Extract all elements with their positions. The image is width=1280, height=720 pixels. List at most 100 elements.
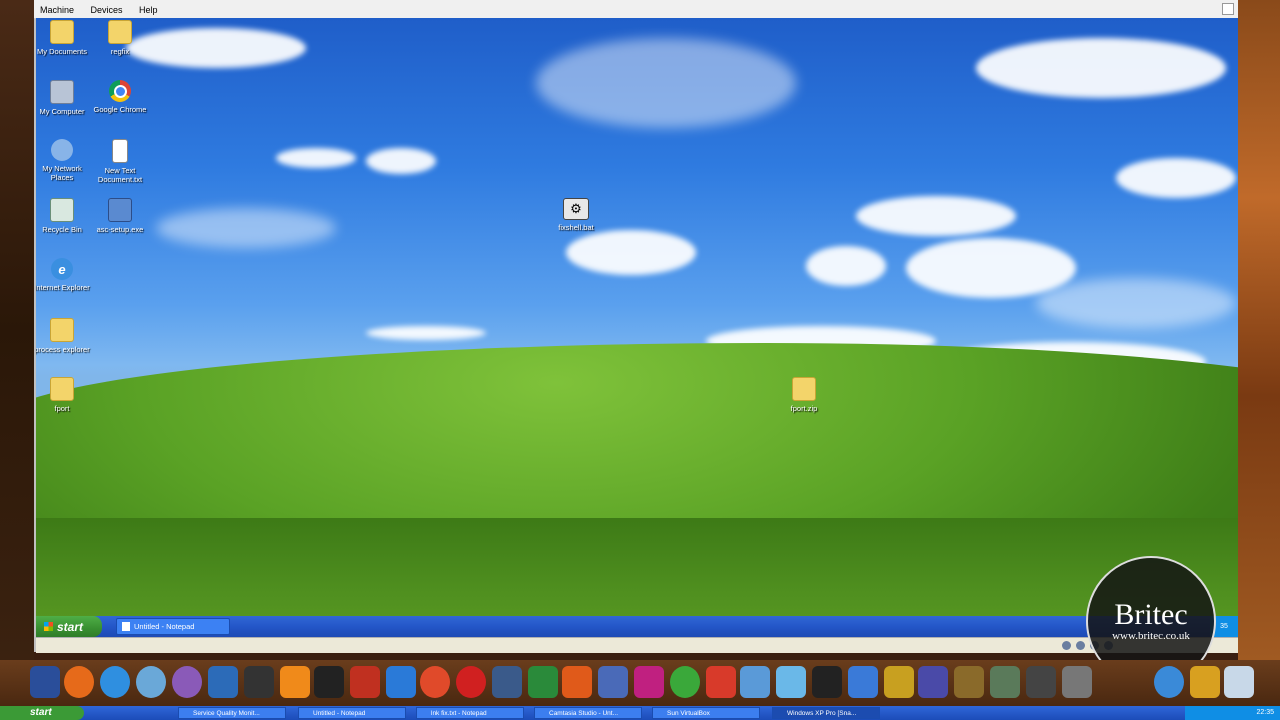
computer-icon: [50, 80, 74, 104]
desktop-icon-my-network-places[interactable]: My Network Places: [36, 139, 90, 182]
batch-file-icon: ⚙: [563, 198, 589, 220]
green-sphere-icon[interactable]: [670, 666, 700, 698]
cloud: [1036, 278, 1236, 328]
text-document-icon: [112, 139, 128, 163]
window-control-icon[interactable]: [1222, 3, 1234, 15]
desktop-icon-process-explorer[interactable]: process explorer: [36, 318, 90, 354]
cloud: [276, 148, 356, 168]
host-start-button[interactable]: start: [0, 706, 84, 720]
zip-folder-icon: [792, 377, 816, 401]
guest-taskbar: start Untitled - Notepad 35: [36, 616, 1238, 637]
headphones-icon[interactable]: [244, 666, 274, 698]
folder-icon: [108, 20, 132, 44]
desktop-icon-fport-zip[interactable]: fport.zip: [776, 377, 832, 413]
terminal-icon[interactable]: [492, 666, 522, 698]
block-icon[interactable]: [456, 666, 486, 698]
desktop-icon-recycle-bin[interactable]: Recycle Bin: [36, 198, 90, 234]
fan-icon[interactable]: [314, 666, 344, 698]
cloud: [856, 196, 1016, 236]
desktop-icon-asc-setup[interactable]: asc-setup.exe: [92, 198, 148, 234]
setup-icon: [108, 198, 132, 222]
desktop-icon-internet-explorer[interactable]: e Internet Explorer: [36, 258, 90, 292]
cloud: [806, 246, 886, 286]
firefox-icon[interactable]: [64, 666, 94, 698]
host-task-windows-xp[interactable]: Windows XP Pro [Sna...: [772, 707, 880, 719]
vlc-icon[interactable]: [280, 666, 310, 698]
cloud: [1116, 158, 1236, 198]
device-icon[interactable]: [884, 666, 914, 698]
host-clock: 22:35: [1256, 709, 1274, 716]
desktop-icon-new-text-document[interactable]: New Text Document.txt: [92, 139, 148, 184]
grid-app-icon[interactable]: [634, 666, 664, 698]
host-task-service-quality[interactable]: Service Quality Monit...: [178, 707, 286, 719]
host-taskbar: start Service Quality Monit... Untitled …: [0, 706, 1280, 720]
start-button[interactable]: start: [36, 616, 102, 637]
internet-explorer-icon: e: [51, 258, 73, 280]
desktop-icon-my-documents[interactable]: My Documents: [36, 20, 90, 56]
host-dock: [0, 660, 1280, 706]
network-places-icon: [51, 139, 73, 161]
7zip-icon[interactable]: [812, 666, 842, 698]
globe-icon[interactable]: [136, 666, 166, 698]
scissors-icon[interactable]: [1062, 666, 1092, 698]
chrome-icon: [109, 80, 131, 102]
cloud: [156, 208, 336, 248]
host-task-camtasia[interactable]: Camtasia Studio - Unt...: [534, 707, 642, 719]
desktop-icon-fixshell-bat[interactable]: ⚙ fixshell.bat: [548, 198, 604, 232]
cloud: [976, 38, 1226, 98]
desktop-icon-my-computer[interactable]: My Computer: [36, 80, 90, 116]
globe-icon[interactable]: [1154, 666, 1184, 698]
hard-disk-icon[interactable]: [1062, 641, 1071, 650]
messenger-icon[interactable]: [386, 666, 416, 698]
internet-explorer-icon[interactable]: [100, 666, 130, 698]
music-icon[interactable]: [918, 666, 948, 698]
cloud: [366, 148, 436, 174]
menu-machine[interactable]: Machine: [34, 2, 80, 15]
desktop-icon-regfix[interactable]: regfix: [92, 20, 148, 56]
cloud: [366, 326, 486, 340]
windows-logo-icon: [44, 622, 53, 631]
watermark-title: Britec: [1114, 598, 1188, 631]
network-icon[interactable]: [776, 666, 806, 698]
desktop-icon-fport[interactable]: fport: [36, 377, 90, 413]
virtualbox-statusbar: [36, 637, 1238, 653]
shield-icon[interactable]: [848, 666, 878, 698]
dock-app-icon[interactable]: [30, 666, 60, 698]
desktop-icon-google-chrome[interactable]: Google Chrome: [92, 80, 148, 114]
settings-icon[interactable]: [598, 666, 628, 698]
cloud: [566, 230, 696, 275]
notepad-icon: [122, 622, 130, 631]
host-task-lnk-fix-notepad[interactable]: lnk fix.txt - Notepad: [416, 707, 524, 719]
mcafee-icon[interactable]: [350, 666, 380, 698]
menu-devices[interactable]: Devices: [84, 2, 128, 15]
folder-icon: [50, 377, 74, 401]
repair-icon[interactable]: [706, 666, 736, 698]
cube-icon[interactable]: [740, 666, 770, 698]
tools-icon[interactable]: [528, 666, 558, 698]
cloud: [536, 38, 796, 128]
monitor-icon[interactable]: [1026, 666, 1056, 698]
taskbar-button-notepad[interactable]: Untitled - Notepad: [116, 618, 230, 635]
recycle-bin-icon[interactable]: [1224, 666, 1254, 698]
virtualbox-menubar: Machine Devices Help: [34, 0, 1238, 19]
host-task-untitled-notepad[interactable]: Untitled - Notepad: [298, 707, 406, 719]
utility-icon[interactable]: [1190, 666, 1220, 698]
photoshop-icon[interactable]: [208, 666, 238, 698]
folder-icon: [50, 318, 74, 342]
host-system-tray: 22:35: [1185, 706, 1280, 720]
guest-desktop[interactable]: My Documents regfix My Computer Google C…: [36, 18, 1238, 616]
host-desktop-left: [0, 0, 34, 660]
guest-clock: 35: [1220, 623, 1228, 630]
cd-drive-icon[interactable]: [1076, 641, 1085, 650]
ccleaner-icon[interactable]: [562, 666, 592, 698]
menu-help[interactable]: Help: [133, 2, 164, 15]
recycle-bin-icon: [50, 198, 74, 222]
bug-icon[interactable]: [954, 666, 984, 698]
media-icon[interactable]: [172, 666, 202, 698]
watermark-url: www.britec.co.uk: [1112, 630, 1190, 642]
wrench-icon[interactable]: [990, 666, 1020, 698]
host-task-sun-virtualbox[interactable]: Sun VirtualBox: [652, 707, 760, 719]
host-desktop-right: [1238, 0, 1280, 660]
folder-icon: [50, 20, 74, 44]
burner-icon[interactable]: [420, 666, 450, 698]
